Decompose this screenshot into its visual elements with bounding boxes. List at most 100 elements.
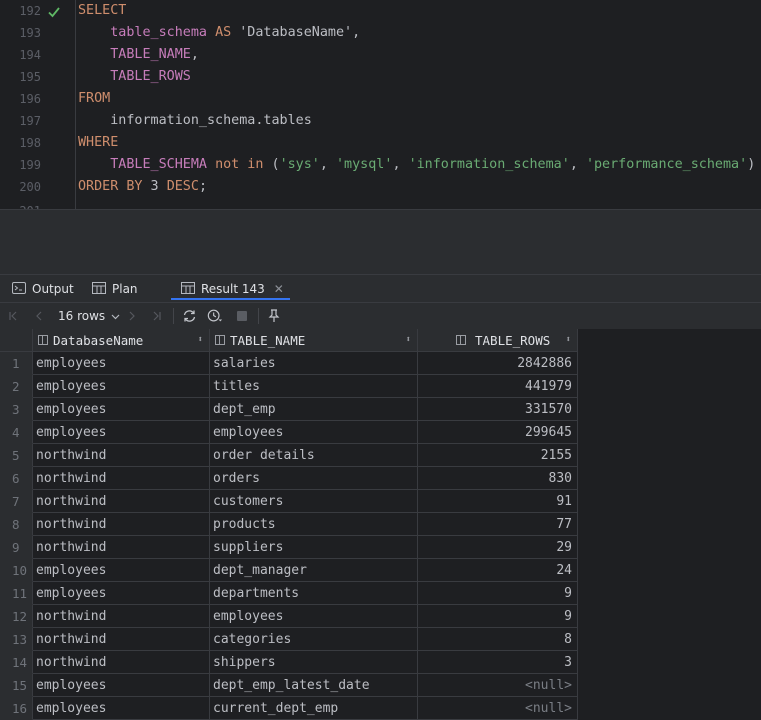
cell-table-name[interactable]: customers <box>210 490 418 513</box>
cell-table-rows[interactable]: <null> <box>418 697 578 720</box>
cell-table-rows[interactable]: 9 <box>418 582 578 605</box>
table-row[interactable]: 15 employees dept_emp_latest_date <null> <box>0 674 578 697</box>
table-row[interactable]: 9 northwind suppliers 29 <box>0 536 578 559</box>
column-header-databasename[interactable]: DatabaseName ⬍ <box>33 329 210 352</box>
cell-table-name[interactable]: departments <box>210 582 418 605</box>
sort-icon[interactable]: ⬍ <box>198 329 203 352</box>
row-number[interactable]: 1 <box>0 352 33 375</box>
row-number[interactable]: 6 <box>0 467 33 490</box>
code-line[interactable]: 193 table_schema AS 'DatabaseName', <box>0 22 761 44</box>
close-icon[interactable]: ✕ <box>274 282 284 296</box>
cell-table-name[interactable]: shippers <box>210 651 418 674</box>
table-row[interactable]: 16 employees current_dept_emp <null> <box>0 697 578 720</box>
row-number[interactable]: 14 <box>0 651 33 674</box>
cell-table-name[interactable]: employees <box>210 605 418 628</box>
previous-page-icon[interactable] <box>31 308 47 324</box>
table-row[interactable]: 12 northwind employees 9 <box>0 605 578 628</box>
row-number[interactable]: 8 <box>0 513 33 536</box>
cell-table-rows[interactable]: 9 <box>418 605 578 628</box>
row-number[interactable]: 3 <box>0 398 33 421</box>
next-page-icon[interactable] <box>124 308 140 324</box>
pin-icon[interactable] <box>266 308 282 324</box>
cell-databasename[interactable]: employees <box>33 398 210 421</box>
column-header-table-rows[interactable]: TABLE_ROWS ⬍ <box>418 329 578 352</box>
table-row[interactable]: 13 northwind categories 8 <box>0 628 578 651</box>
cell-table-name[interactable]: categories <box>210 628 418 651</box>
first-page-icon[interactable] <box>6 308 22 324</box>
row-number[interactable]: 16 <box>0 697 33 720</box>
tab-plan[interactable]: Plan <box>92 275 138 303</box>
table-row[interactable]: 4 employees employees 299645 <box>0 421 578 444</box>
table-row[interactable]: 1 employees salaries 2842886 <box>0 352 578 375</box>
sort-icon[interactable]: ⬍ <box>566 329 571 352</box>
cell-databasename[interactable]: employees <box>33 421 210 444</box>
cell-table-rows[interactable]: 77 <box>418 513 578 536</box>
cell-table-name[interactable]: suppliers <box>210 536 418 559</box>
cell-table-name[interactable]: products <box>210 513 418 536</box>
row-number[interactable]: 10 <box>0 559 33 582</box>
table-row[interactable]: 11 employees departments 9 <box>0 582 578 605</box>
cell-table-name[interactable]: dept_emp_latest_date <box>210 674 418 697</box>
cell-databasename[interactable]: northwind <box>33 628 210 651</box>
cell-databasename[interactable]: employees <box>33 375 210 398</box>
cell-table-rows[interactable]: 331570 <box>418 398 578 421</box>
code-line[interactable]: 194 TABLE_NAME, <box>0 44 761 66</box>
cell-table-rows[interactable]: 299645 <box>418 421 578 444</box>
cell-databasename[interactable]: northwind <box>33 536 210 559</box>
code-line[interactable]: 198 WHERE <box>0 132 761 154</box>
cell-table-name[interactable]: order details <box>210 444 418 467</box>
cell-table-name[interactable]: dept_manager <box>210 559 418 582</box>
table-row[interactable]: 3 employees dept_emp 331570 <box>0 398 578 421</box>
row-number[interactable]: 7 <box>0 490 33 513</box>
cell-databasename[interactable]: employees <box>33 352 210 375</box>
refresh-icon[interactable] <box>181 308 197 324</box>
cell-table-name[interactable]: dept_emp <box>210 398 418 421</box>
cell-databasename[interactable]: northwind <box>33 513 210 536</box>
cell-table-rows[interactable]: 91 <box>418 490 578 513</box>
table-row[interactable]: 8 northwind products 77 <box>0 513 578 536</box>
cell-databasename[interactable]: employees <box>33 559 210 582</box>
code-line[interactable]: 197 information_schema.tables <box>0 110 761 132</box>
cell-databasename[interactable]: employees <box>33 582 210 605</box>
row-number[interactable]: 12 <box>0 605 33 628</box>
row-number[interactable]: 5 <box>0 444 33 467</box>
table-row[interactable]: 10 employees dept_manager 24 <box>0 559 578 582</box>
table-row[interactable]: 6 northwind orders 830 <box>0 467 578 490</box>
row-number[interactable]: 2 <box>0 375 33 398</box>
cell-table-rows[interactable]: 441979 <box>418 375 578 398</box>
code-line[interactable]: 195 TABLE_ROWS <box>0 66 761 88</box>
table-row[interactable]: 5 northwind order details 2155 <box>0 444 578 467</box>
cell-table-rows[interactable]: <null> <box>418 674 578 697</box>
cell-table-rows[interactable]: 8 <box>418 628 578 651</box>
table-row[interactable]: 14 northwind shippers 3 <box>0 651 578 674</box>
cell-databasename[interactable]: employees <box>33 674 210 697</box>
cell-table-rows[interactable]: 2842886 <box>418 352 578 375</box>
code-line[interactable]: 200 ORDER BY 3 DESC; <box>0 176 761 198</box>
row-number[interactable]: 4 <box>0 421 33 444</box>
cell-table-rows[interactable]: 24 <box>418 559 578 582</box>
table-row[interactable]: 7 northwind customers 91 <box>0 490 578 513</box>
cell-databasename[interactable]: employees <box>33 697 210 720</box>
tab-output[interactable]: Output <box>12 275 74 303</box>
cell-table-rows[interactable]: 29 <box>418 536 578 559</box>
cell-databasename[interactable]: northwind <box>33 467 210 490</box>
sql-editor[interactable]: 192 SELECT 193 table_schema AS 'DatabaseNa… <box>0 0 761 209</box>
cell-databasename[interactable]: northwind <box>33 605 210 628</box>
cell-table-name[interactable]: orders <box>210 467 418 490</box>
row-number[interactable]: 13 <box>0 628 33 651</box>
cell-table-rows[interactable]: 830 <box>418 467 578 490</box>
results-grid[interactable]: DatabaseName ⬍ TABLE_NAME ⬍ TABLE_ROWS ⬍… <box>0 329 761 720</box>
cell-table-name[interactable]: employees <box>210 421 418 444</box>
cell-table-rows[interactable]: 2155 <box>418 444 578 467</box>
cell-table-name[interactable]: salaries <box>210 352 418 375</box>
cell-table-name[interactable]: current_dept_emp <box>210 697 418 720</box>
stop-icon[interactable] <box>234 308 250 324</box>
column-header-table-name[interactable]: TABLE_NAME ⬍ <box>210 329 418 352</box>
row-number[interactable]: 11 <box>0 582 33 605</box>
cell-databasename[interactable]: northwind <box>33 490 210 513</box>
code-line[interactable]: 192 SELECT <box>0 0 761 22</box>
row-number[interactable]: 9 <box>0 536 33 559</box>
last-page-icon[interactable] <box>148 308 164 324</box>
sort-icon[interactable]: ⬍ <box>406 329 411 352</box>
cell-table-rows[interactable]: 3 <box>418 651 578 674</box>
